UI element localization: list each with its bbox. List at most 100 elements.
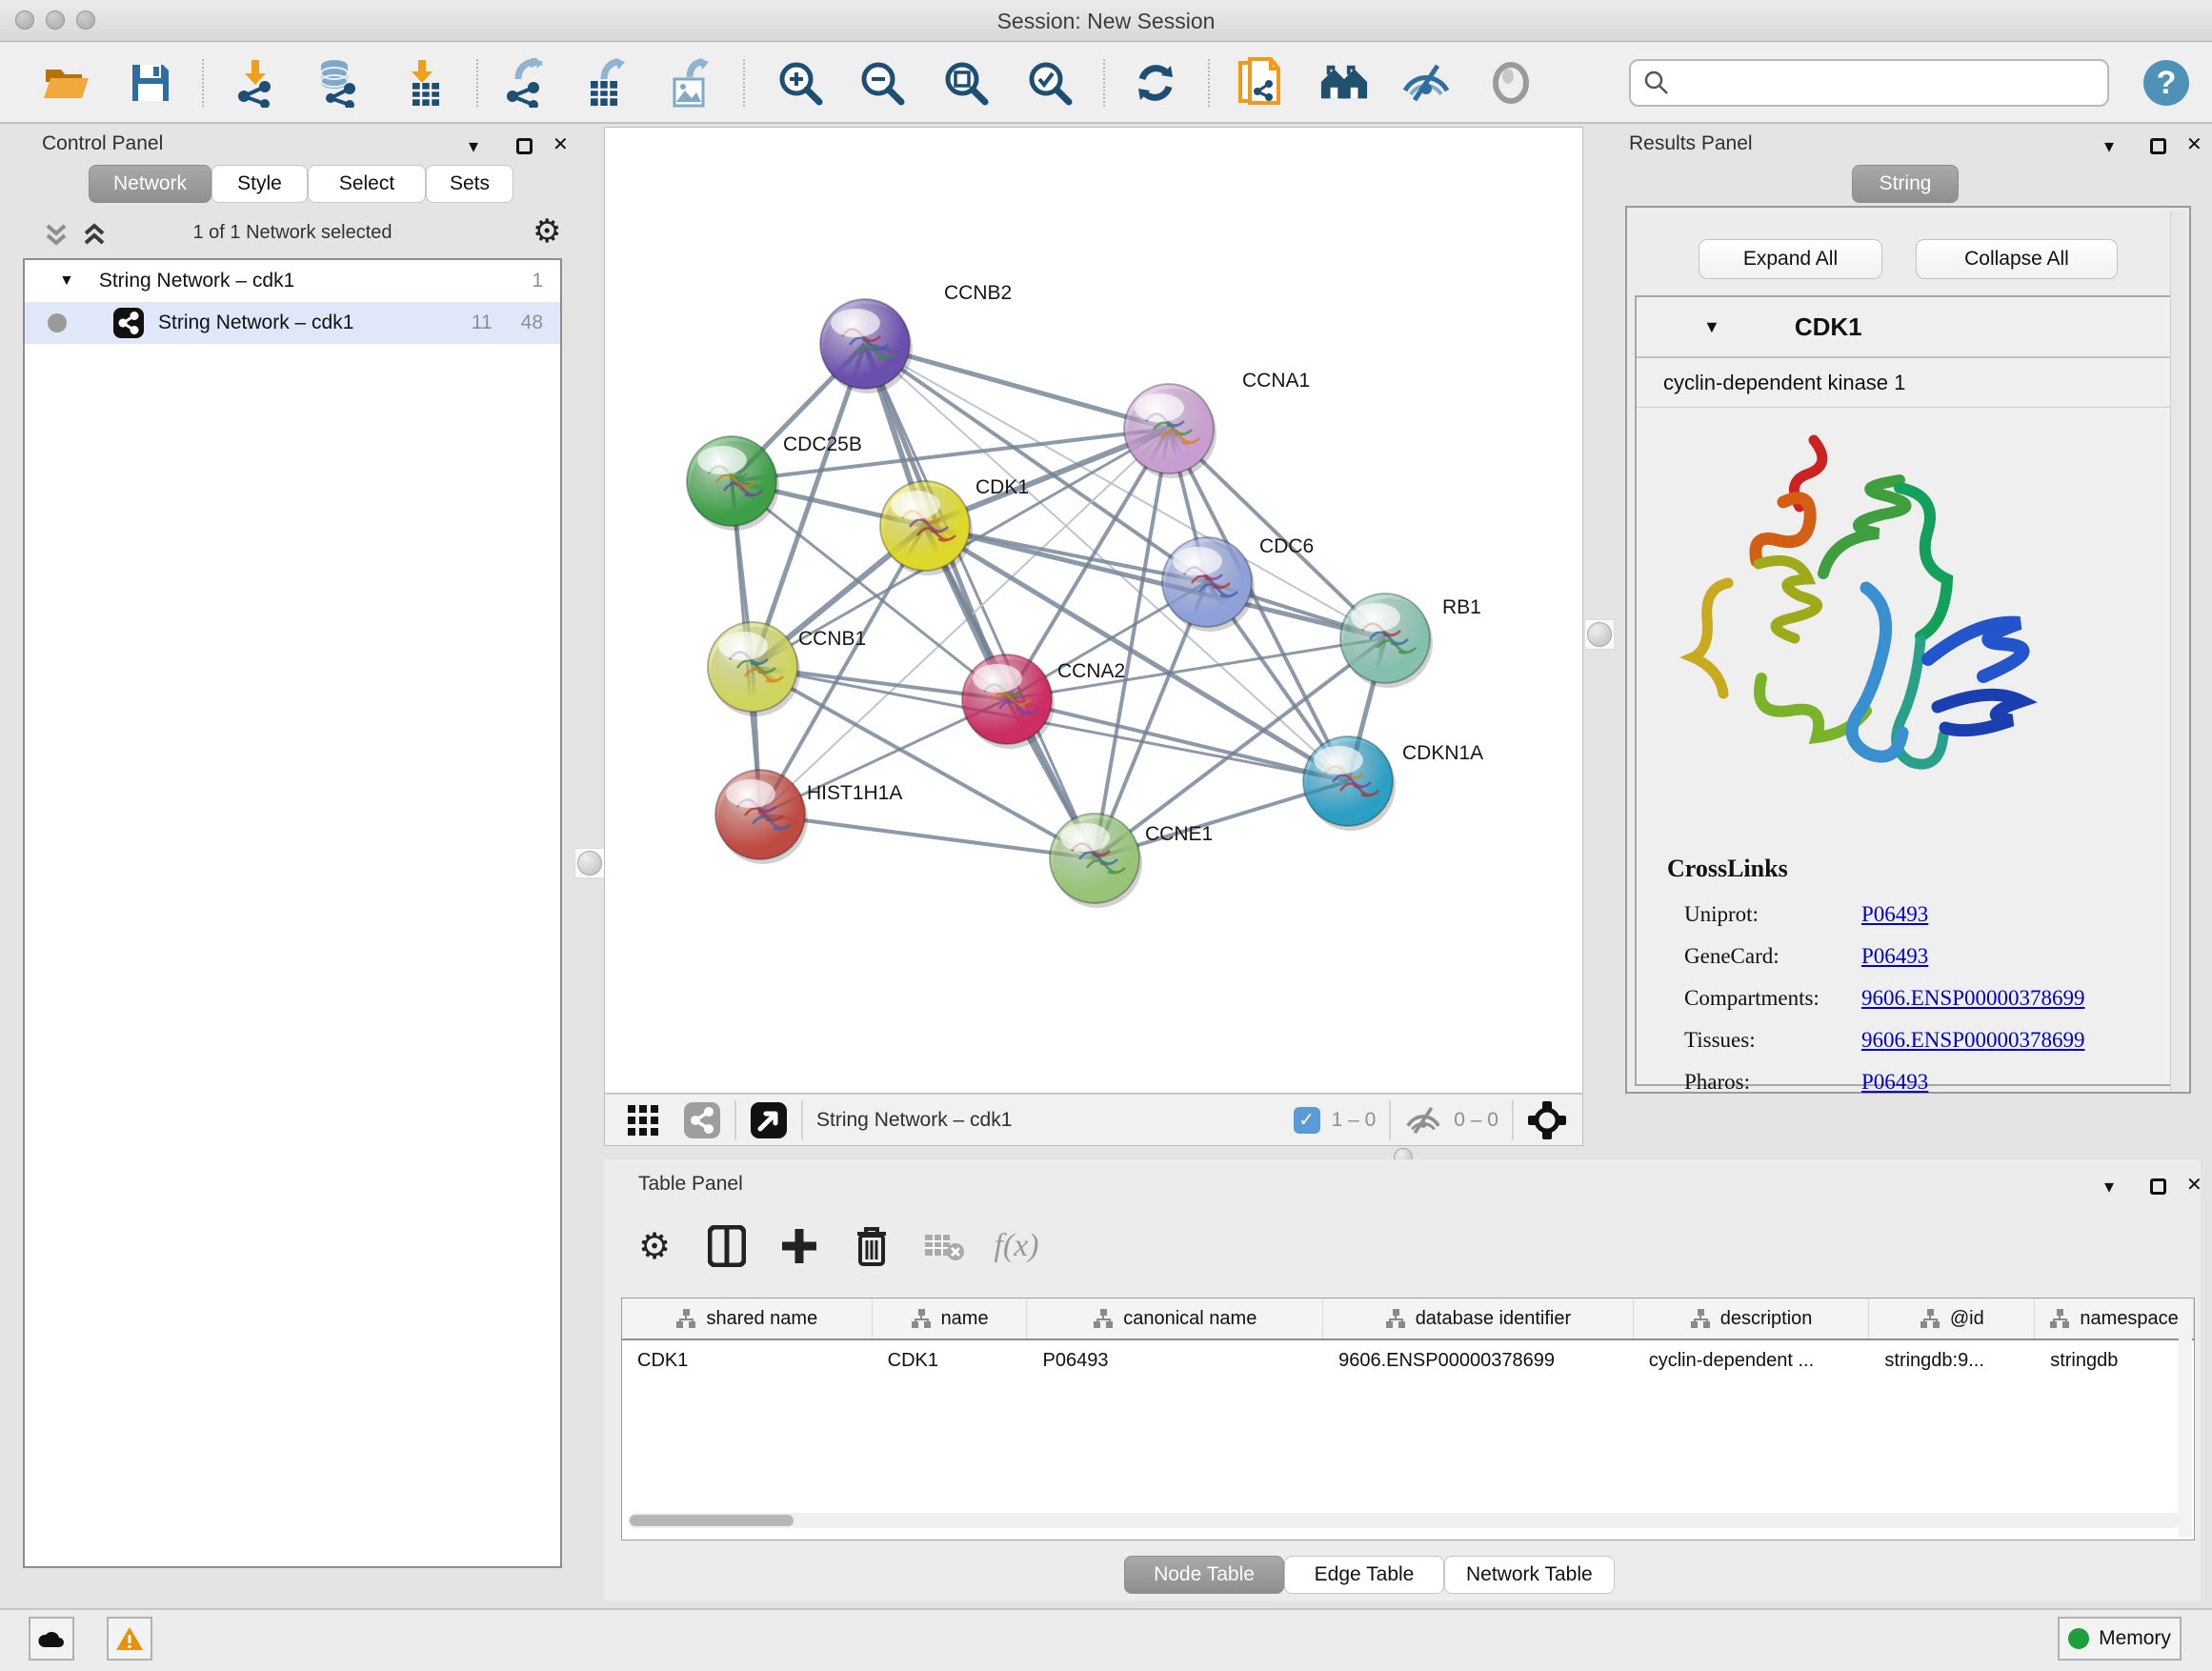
import-network-file-button[interactable] [231,58,280,108]
selected-nodes-checkbox[interactable]: ✓ [1294,1107,1320,1134]
help-button[interactable]: ? [2142,58,2191,108]
column-header-namespace[interactable]: namespace [2035,1299,2194,1339]
network-node-CCNE1[interactable] [1050,814,1142,908]
memory-button[interactable]: Memory [2058,1617,2182,1661]
table-cell[interactable]: stringdb [2035,1340,2194,1380]
table-panel-float-button[interactable] [2150,1178,2166,1195]
copy-network-button[interactable] [1235,58,1284,108]
export-network-button[interactable] [499,58,549,108]
table-cell[interactable]: P06493 [1027,1340,1323,1380]
delete-column-button[interactable] [850,1224,894,1268]
network-edge[interactable] [760,429,1169,815]
crosslink-link[interactable]: P06493 [1861,944,1928,969]
export-table-button[interactable] [581,58,631,108]
network-edge[interactable] [865,344,1095,858]
network-node-CCNA2[interactable] [962,654,1055,749]
column-header-canonical-name[interactable]: canonical name [1027,1299,1323,1339]
tab-node-table[interactable]: Node Table [1124,1556,1284,1594]
network-node-RB1[interactable] [1340,594,1433,688]
crosslink-link[interactable]: P06493 [1861,902,1928,927]
results-scrollbar[interactable] [2170,211,2185,1092]
zoom-out-button[interactable] [857,58,907,108]
function-builder-button[interactable]: f(x) [995,1224,1038,1268]
tab-style[interactable]: Style [211,165,308,203]
column-header-name[interactable]: name [873,1299,1028,1339]
zoom-in-button[interactable] [775,58,825,108]
collapse-all-button[interactable]: Collapse All [1916,239,2118,279]
import-network-database-button[interactable] [312,58,362,108]
results-panel-close-button[interactable]: ✕ [2186,132,2202,156]
left-splitter[interactable] [574,848,605,878]
import-table-button[interactable] [400,58,450,108]
show-columns-button[interactable] [705,1224,749,1268]
export-image-button[interactable] [665,58,714,108]
results-panel-menu-arrow[interactable]: ▾ [2104,134,2114,158]
column-header--id[interactable]: @id [1869,1299,2035,1339]
search-field[interactable] [1629,59,2109,107]
control-panel-menu-arrow[interactable]: ▾ [469,134,478,158]
table-cell[interactable]: CDK1 [622,1340,873,1380]
network-node-CDC6[interactable] [1162,537,1255,632]
network-edge[interactable] [925,526,1385,638]
hide-selected-button[interactable] [1401,58,1451,108]
open-session-button[interactable] [42,58,91,108]
tab-select[interactable]: Select [308,165,426,203]
tab-network-table[interactable]: Network Table [1444,1556,1615,1594]
network-row-selected[interactable]: String Network – cdk1 11 48 [25,302,560,344]
table-cell[interactable]: stringdb:9... [1869,1340,2035,1380]
table-panel-menu-arrow[interactable]: ▾ [2104,1175,2114,1198]
crosslink-link[interactable]: 9606.ENSP00000378699 [1861,986,2085,1011]
table-vscrollbar[interactable] [2179,1300,2192,1537]
network-node-HIST1H1A[interactable] [715,770,808,864]
network-node-CCNB2[interactable] [820,299,913,393]
table-cell[interactable]: cyclin-dependent ... [1634,1340,1870,1380]
open-in-window-icon[interactable] [750,1101,788,1139]
network-edge[interactable] [753,667,1348,781]
table-row[interactable]: CDK1CDK1P064939606.ENSP00000378699cyclin… [622,1340,2194,1380]
network-node-CDKN1A[interactable] [1303,736,1396,831]
show-hidden-button[interactable] [1486,58,1536,108]
expand-all-button[interactable]: Expand All [1699,239,1882,279]
delete-table-button[interactable] [922,1224,966,1268]
zoom-fit-button[interactable] [941,58,991,108]
crosslink-link[interactable]: P06493 [1861,1070,1928,1095]
right-splitter[interactable] [1584,619,1615,650]
table-options-button[interactable]: ⚙ [633,1224,676,1268]
results-panel-float-button[interactable] [2150,138,2166,154]
birds-eye-view-icon[interactable] [1527,1100,1567,1140]
tab-sets[interactable]: Sets [426,165,513,203]
gene-expander-icon[interactable]: ▼ [1703,317,1720,337]
gene-section-header[interactable]: ▼ CDK1 [1637,297,2170,358]
table-hscrollbar-thumb[interactable] [630,1515,794,1526]
search-input[interactable] [1671,72,2090,94]
crosslink-link[interactable]: 9606.ENSP00000378699 [1861,1028,2085,1053]
network-node-CCNA1[interactable] [1124,384,1217,478]
network-node-CCNB1[interactable] [708,622,800,716]
show-panels-button[interactable] [1319,58,1369,108]
table-hscrollbar[interactable] [628,1513,2181,1528]
grid-view-icon[interactable] [626,1103,660,1137]
column-header-description[interactable]: description [1634,1299,1870,1339]
cloud-status-button[interactable] [29,1617,74,1661]
zoom-selected-button[interactable] [1025,58,1075,108]
network-canvas[interactable]: CCNB2CCNA1CDC25BCDK1CDC6RB1CCNB1CCNA2CDK… [604,127,1583,1094]
table-cell[interactable]: CDK1 [873,1340,1028,1380]
control-panel-float-button[interactable] [516,138,533,154]
tab-string[interactable]: String [1852,165,1959,203]
tab-network[interactable]: Network [89,165,211,203]
table-cell[interactable]: 9606.ENSP00000378699 [1323,1340,1634,1380]
warning-button[interactable] [107,1617,152,1661]
add-column-button[interactable] [777,1224,821,1268]
column-header-shared-name[interactable]: shared name [622,1299,873,1339]
network-collection-row[interactable]: ▼ String Network – cdk1 1 [25,260,560,302]
tab-edge-table[interactable]: Edge Table [1284,1556,1444,1594]
tree-expander-icon[interactable]: ▼ [59,272,74,290]
save-session-button[interactable] [126,58,175,108]
table-panel-close-button[interactable]: ✕ [2186,1173,2202,1197]
column-header-database-identifier[interactable]: database identifier [1323,1299,1634,1339]
network-options-gear-icon[interactable]: ⚙ [533,212,561,251]
refresh-button[interactable] [1131,58,1180,108]
network-edge[interactable] [760,815,1095,858]
network-node-CDC25B[interactable] [687,436,779,531]
network-node-CDK1[interactable] [880,481,973,575]
